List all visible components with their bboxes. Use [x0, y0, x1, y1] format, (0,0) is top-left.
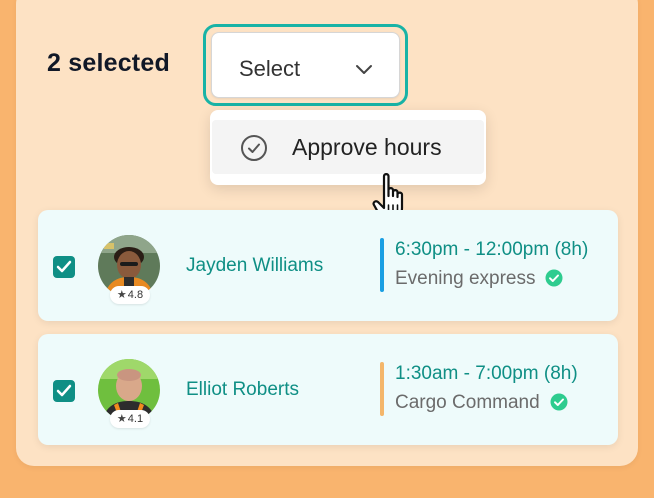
verified-check-icon	[545, 269, 563, 293]
rating-badge: ★4.1	[110, 410, 150, 428]
star-icon: ★	[116, 289, 127, 301]
rating-value: 4.8	[127, 289, 144, 301]
menu-item-approve-hours[interactable]: Approve hours	[212, 120, 484, 174]
verified-check-icon	[550, 393, 568, 417]
row-checkbox[interactable]	[53, 256, 75, 278]
select-focus-ring: Select	[203, 24, 408, 106]
route-name: Evening express	[395, 268, 536, 289]
selected-count: 2 selected	[47, 49, 170, 77]
dropdown-menu: Approve hours	[210, 110, 486, 185]
check-circle-icon	[240, 134, 268, 167]
select-dropdown[interactable]: Select	[211, 32, 400, 98]
shift-time: 1:30am - 7:00pm (8h)	[395, 363, 578, 384]
worker-name[interactable]: Jayden Williams	[186, 255, 323, 277]
menu-item-label: Approve hours	[292, 134, 442, 160]
row-checkbox[interactable]	[53, 380, 75, 402]
worker-card: ★4.8 Jayden Williams 6:30pm - 12:00pm (8…	[38, 210, 618, 321]
select-label: Select	[239, 56, 301, 81]
worker-card: ★4.1 Elliot Roberts 1:30am - 7:00pm (8h)…	[38, 334, 618, 445]
route-label-row: Evening express	[395, 268, 563, 293]
star-icon: ★	[116, 413, 127, 425]
route-label-row: Cargo Command	[395, 392, 568, 417]
route-color-bar	[380, 238, 384, 292]
route-color-bar	[380, 362, 384, 416]
shift-time: 6:30pm - 12:00pm (8h)	[395, 239, 589, 260]
route-name: Cargo Command	[395, 392, 540, 413]
rating-value: 4.1	[127, 413, 144, 425]
worker-name[interactable]: Elliot Roberts	[186, 379, 299, 401]
chevron-down-icon	[355, 62, 373, 80]
rating-badge: ★4.8	[110, 286, 150, 304]
